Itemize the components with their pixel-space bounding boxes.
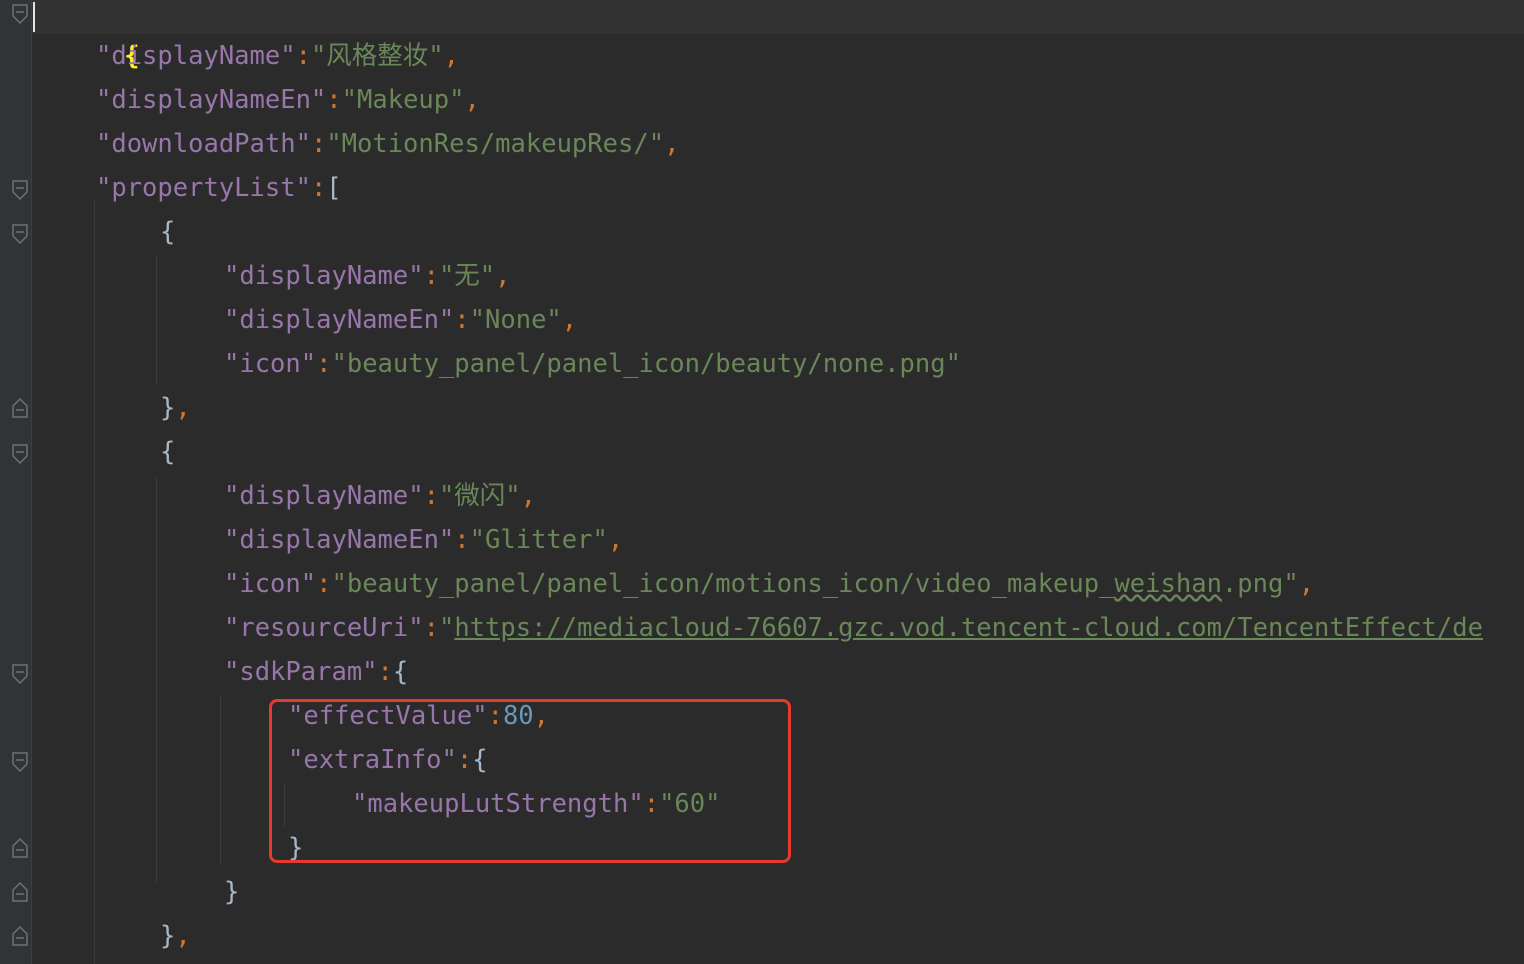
fold-end-icon[interactable] [11,926,29,946]
code-line: "resourceUri":"https://mediacloud-76607.… [224,606,1483,650]
indent-guide [220,696,221,864]
comma: , [561,305,578,335]
comma: , [175,393,191,423]
json-key: "displayName" [224,481,424,511]
code-line: }, [160,386,191,430]
code-line: "displayNameEn":"None", [224,298,577,342]
code-line: { [160,430,175,474]
open-brace: { [160,217,176,247]
code-line: "displayName":"微闪", [224,474,536,518]
close-brace: } [160,921,176,951]
json-key: "displayName" [224,261,424,291]
colon: : [454,525,470,555]
indent-guide [94,200,95,964]
colon: : [423,613,439,643]
fold-collapse-icon[interactable] [11,180,29,200]
colon: : [423,481,439,511]
json-key: "downloadPath" [96,129,311,159]
code-line: { [160,210,175,254]
json-key: "propertyList" [96,173,311,203]
comma: , [495,261,511,291]
indent-guide [156,256,157,384]
json-string: "Makeup" [341,85,465,115]
json-key: "displayNameEn" [224,305,455,335]
comma: , [1298,569,1315,599]
code-line: "displayNameEn":"Makeup", [96,78,480,122]
fold-collapse-icon[interactable] [11,444,29,464]
json-string: "Glitter" [469,525,608,555]
code-line: "sdkParam":{ [224,650,408,694]
colon: : [310,129,327,159]
json-key: "icon" [224,569,317,599]
json-string: "beauty_panel/panel_icon/motions_icon/vi… [331,569,1115,599]
open-brace: { [160,437,176,467]
fold-end-icon[interactable] [11,838,29,858]
colon: : [377,657,393,687]
code-line: "displayName":"无", [224,254,511,298]
comma: , [443,41,460,71]
json-string: "beauty_panel/panel_icon/beauty/none.png… [331,349,961,379]
json-key: "displayName" [96,41,296,71]
colon: : [423,261,439,291]
close-brace: } [224,877,240,907]
open-bracket: [ [326,173,342,203]
fold-end-icon[interactable] [11,882,29,902]
code-line: } [224,870,239,914]
spellcheck-typo: weishan [1114,569,1222,599]
json-key: "sdkParam" [224,657,378,687]
json-key: "icon" [224,349,317,379]
colon: : [326,85,342,115]
current-line-highlight [32,0,1524,34]
comma: , [520,481,537,511]
json-key: "displayNameEn" [224,525,455,555]
fold-collapse-icon[interactable] [11,664,29,684]
colon: : [454,305,470,335]
text-caret [33,2,35,32]
json-string: " [438,613,455,643]
colon: : [316,569,332,599]
colon: : [316,349,332,379]
comma: , [607,525,624,555]
json-string: "微闪" [438,481,521,511]
code-line: }, [160,914,191,958]
open-brace: { [392,657,409,687]
fold-collapse-icon[interactable] [11,224,29,244]
code-line: "icon":"beauty_panel/panel_icon/motions_… [224,562,1314,606]
code-line: "icon":"beauty_panel/panel_icon/beauty/n… [224,342,961,386]
comma: , [664,129,680,159]
colon: : [295,41,311,71]
code-line: "displayNameEn":"Glitter", [224,518,623,562]
resource-url-link[interactable]: https://mediacloud-76607.gzc.vod.tencent… [454,613,1483,643]
editor-gutter [0,0,32,964]
colon: : [310,173,327,203]
code-line: "displayName":"风格整妆", [96,34,459,78]
fold-collapse-icon[interactable] [11,752,29,772]
comma: , [175,921,191,951]
json-string: "MotionRes/makeupRes/" [326,129,665,159]
fold-collapse-icon[interactable] [11,4,29,24]
json-string: .png" [1221,569,1299,599]
code-editor[interactable]: { "displayName":"风格整妆", "displayNameEn":… [0,0,1524,964]
code-line: "propertyList":[ [96,166,342,210]
json-string: "风格整妆" [310,41,444,71]
fold-end-icon[interactable] [11,398,29,418]
comma: , [464,85,480,115]
close-brace: } [160,393,176,423]
json-key: "resourceUri" [224,613,424,643]
code-line: "downloadPath":"MotionRes/makeupRes/", [96,122,679,166]
code-line: { [32,0,139,71]
json-string: "无" [438,261,496,291]
indent-guide [156,476,157,884]
json-key: "displayNameEn" [96,85,327,115]
json-string: "None" [469,305,562,335]
annotation-highlight-box [269,699,791,863]
